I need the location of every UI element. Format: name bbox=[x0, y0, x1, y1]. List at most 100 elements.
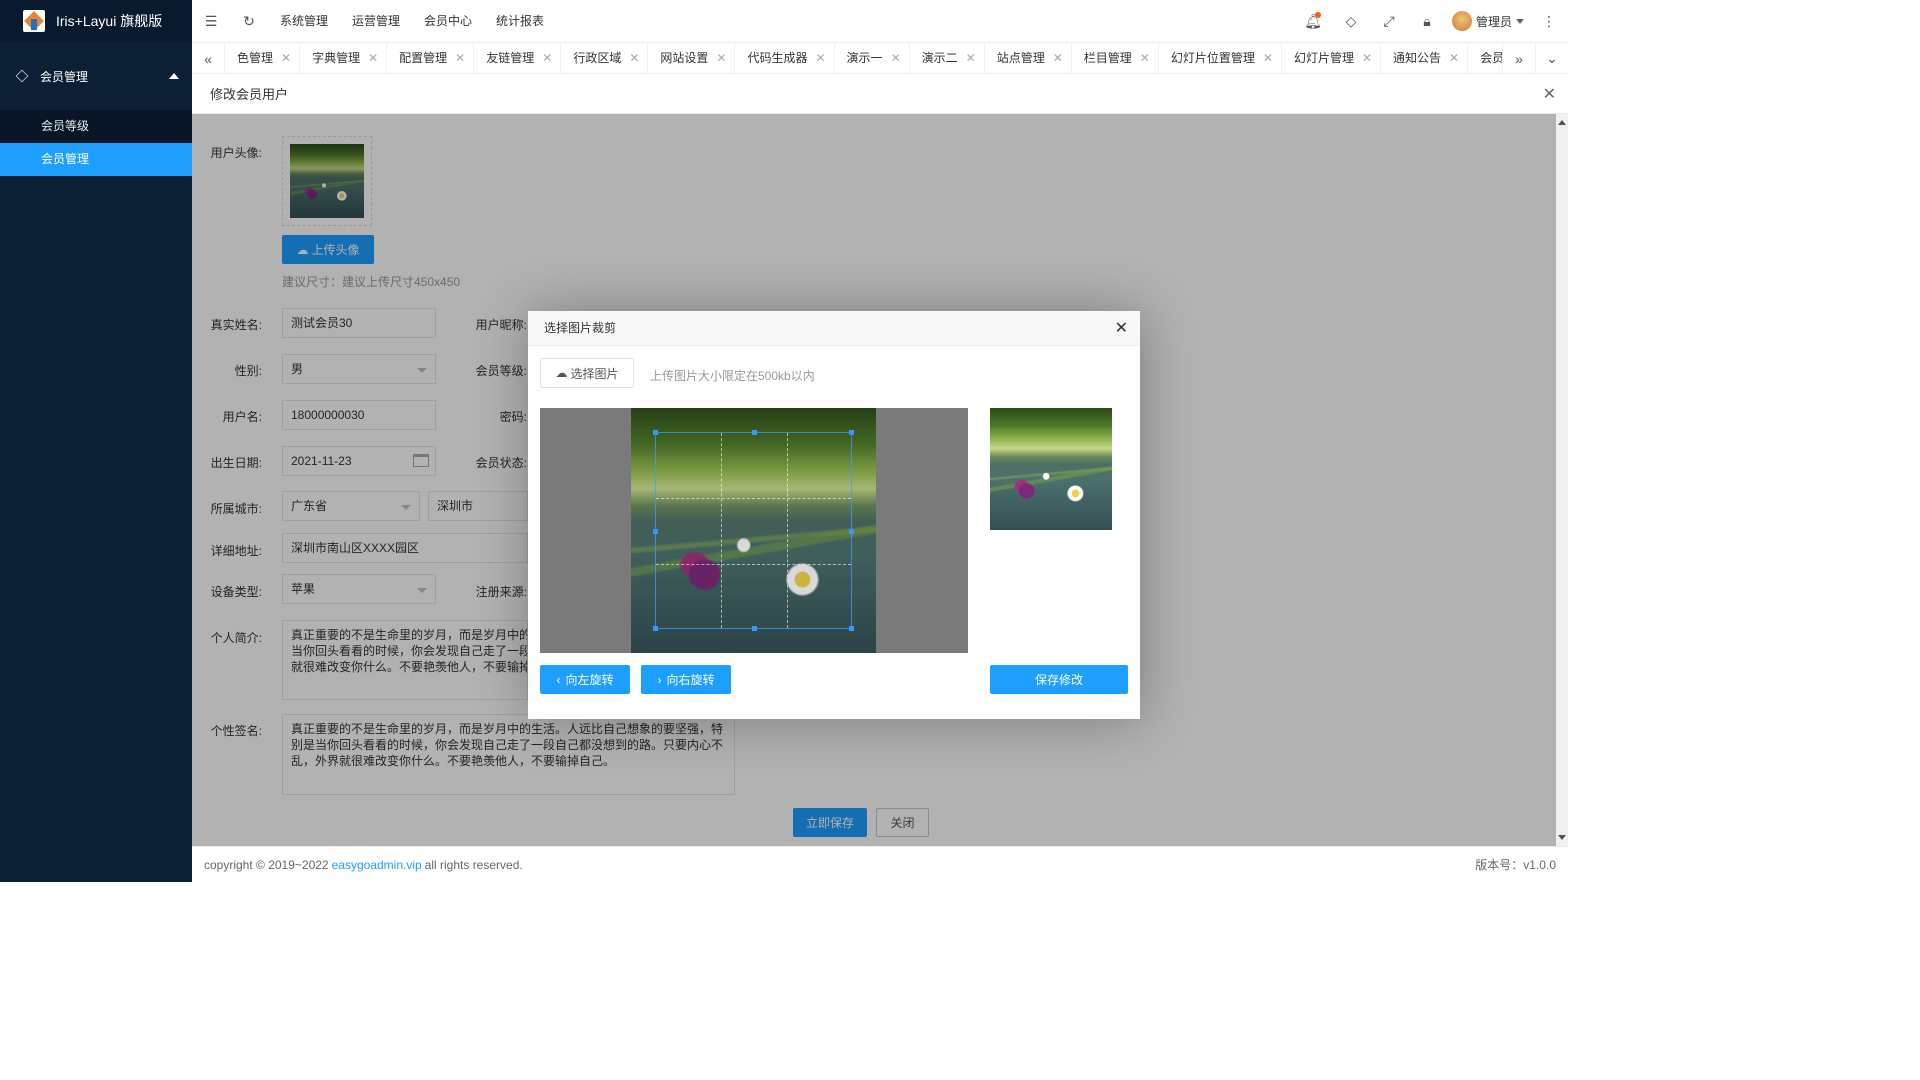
rotate-left-button[interactable]: ‹ 向左旋转 bbox=[540, 665, 630, 694]
scroll-down-icon[interactable] bbox=[1558, 835, 1566, 840]
close-icon[interactable]: ✕ bbox=[716, 43, 726, 73]
tab[interactable]: 行政区域 ✕ bbox=[561, 43, 649, 73]
choose-image-label: 选择图片 bbox=[570, 366, 619, 381]
top-header: ☰ ↻ 系统管理 运营管理 会员中心 统计报表 🔔︎ ◇ ⤢ 🔒︎ 管理员 ⋮ bbox=[192, 0, 1568, 42]
tab-label: 栏目管理 bbox=[1083, 51, 1132, 65]
avatar bbox=[1451, 11, 1472, 31]
tabs: 色管理 ✕ 字典管理 ✕ 配置管理 ✕ 友链管理 ✕ 行政区域 ✕ 网站设置 ✕ 代码生成器… bbox=[225, 43, 1502, 73]
user-menu[interactable]: 管理员 bbox=[1446, 0, 1530, 42]
tab-label: 演示一 bbox=[846, 51, 883, 65]
tab-label: 通知公告 bbox=[1393, 51, 1442, 65]
tab[interactable]: 友链管理 ✕ bbox=[474, 43, 562, 73]
tab[interactable]: 演示二 ✕ bbox=[910, 43, 985, 73]
scroll-up-icon[interactable] bbox=[1558, 120, 1566, 125]
tab[interactable]: 字典管理 ✕ bbox=[300, 43, 388, 73]
close-icon[interactable]: ✕ bbox=[629, 43, 639, 73]
tab[interactable]: 会员等级✕ bbox=[1468, 43, 1502, 73]
tab[interactable]: 配置管理 ✕ bbox=[387, 43, 475, 73]
choose-image-button[interactable]: ☁ 选择图片 bbox=[540, 358, 634, 388]
logo-icon bbox=[22, 9, 46, 33]
crop-handle[interactable] bbox=[752, 430, 757, 435]
fullscreen-icon[interactable]: ⤢ bbox=[1370, 0, 1408, 42]
tab-label: 行政区域 bbox=[573, 51, 622, 65]
bell-icon[interactable]: 🔔︎ bbox=[1294, 0, 1332, 42]
rotate-right-button[interactable]: › 向右旋转 bbox=[641, 665, 731, 694]
crop-preview bbox=[990, 408, 1112, 530]
close-icon[interactable]: ✕ bbox=[1263, 43, 1273, 73]
header-menu-operation[interactable]: 运营管理 bbox=[340, 0, 412, 42]
chevron-right-icon: › bbox=[657, 672, 662, 687]
crop-handle[interactable] bbox=[653, 430, 658, 435]
crop-selection-box[interactable] bbox=[653, 430, 854, 631]
chevron-left-icon: ‹ bbox=[556, 672, 561, 687]
crop-handle[interactable] bbox=[849, 626, 854, 631]
close-icon[interactable]: ✕ bbox=[542, 43, 552, 73]
menu-fold-icon[interactable]: ☰ bbox=[192, 0, 230, 42]
copyright-suffix: all rights reserved. bbox=[424, 857, 523, 872]
refresh-icon[interactable]: ↻ bbox=[230, 0, 268, 42]
crop-handle[interactable] bbox=[653, 529, 658, 534]
tab[interactable]: 网站设置 ✕ bbox=[648, 43, 736, 73]
close-icon[interactable]: ✕ bbox=[1543, 84, 1556, 104]
close-icon[interactable]: ✕ bbox=[891, 43, 901, 73]
tag-icon[interactable]: ◇ bbox=[1332, 0, 1370, 42]
close-icon[interactable]: ✕ bbox=[1053, 43, 1063, 73]
lock-icon[interactable]: 🔒︎ bbox=[1408, 0, 1446, 42]
more-vertical-icon[interactable]: ⋮ bbox=[1530, 0, 1568, 42]
save-crop-button[interactable]: 保存修改 bbox=[990, 665, 1128, 694]
tab-label: 幻灯片管理 bbox=[1293, 51, 1354, 65]
rotate-right-label: 向右旋转 bbox=[666, 673, 715, 687]
upload-size-hint: 上传图片大小限定在500kb以内 bbox=[650, 369, 815, 383]
tab-label: 网站设置 bbox=[660, 51, 709, 65]
crop-handle[interactable] bbox=[752, 626, 757, 631]
header-menu-stats[interactable]: 统计报表 bbox=[484, 0, 556, 42]
tab[interactable]: 演示一 ✕ bbox=[835, 43, 910, 73]
page-title: 修改会员用户 bbox=[210, 87, 289, 102]
tab[interactable]: 代码生成器 ✕ bbox=[735, 43, 835, 73]
tab[interactable]: 幻灯片管理 ✕ bbox=[1282, 43, 1382, 73]
tab[interactable]: 色管理 ✕ bbox=[225, 43, 301, 73]
version-text: 版本号：v1.0.0 bbox=[1475, 858, 1556, 872]
modal-title: 选择图片裁剪 bbox=[544, 321, 617, 335]
crop-handle[interactable] bbox=[653, 626, 658, 631]
footer-link[interactable]: easygoadmin.vip bbox=[332, 858, 422, 872]
crop-canvas[interactable] bbox=[540, 408, 968, 653]
tab[interactable]: 幻灯片位置管理 ✕ bbox=[1159, 43, 1282, 73]
close-icon[interactable]: ✕ bbox=[368, 43, 378, 73]
caret-down-icon bbox=[1516, 18, 1524, 24]
sidebar-item-member-level[interactable]: 会员等级 bbox=[0, 110, 192, 143]
close-icon[interactable]: ✕ bbox=[455, 43, 465, 73]
close-icon[interactable]: ✕ bbox=[1362, 43, 1372, 73]
close-icon[interactable]: ✕ bbox=[1140, 43, 1150, 73]
page-title-bar: 修改会员用户 ✕ bbox=[192, 74, 1568, 114]
header-menu-member[interactable]: 会员中心 bbox=[412, 0, 484, 42]
tab[interactable]: 通知公告 ✕ bbox=[1381, 43, 1469, 73]
close-icon[interactable]: ✕ bbox=[815, 43, 825, 73]
header-menu-system[interactable]: 系统管理 bbox=[268, 0, 340, 42]
rotate-left-label: 向左旋转 bbox=[565, 673, 614, 687]
header-right: 🔔︎ ◇ ⤢ 🔒︎ 管理员 ⋮ bbox=[1294, 0, 1568, 42]
cloud-upload-icon: ☁ bbox=[555, 366, 568, 380]
close-icon[interactable]: ✕ bbox=[281, 43, 291, 73]
tab-label: 色管理 bbox=[237, 51, 274, 65]
tab-scroll-right-icon[interactable]: » bbox=[1502, 43, 1535, 74]
close-icon[interactable]: ✕ bbox=[1115, 311, 1128, 346]
crop-handle[interactable] bbox=[849, 430, 854, 435]
sidebar-item-member-manage[interactable]: 会员管理 bbox=[0, 143, 192, 176]
caret-up-icon bbox=[169, 73, 179, 79]
sidebar-group-member[interactable]: 会员管理 bbox=[0, 42, 192, 110]
page-footer: copyright © 2019~2022 easygoadmin.vip al… bbox=[192, 846, 1568, 882]
tab[interactable]: 站点管理 ✕ bbox=[985, 43, 1072, 73]
scrollbar[interactable] bbox=[1556, 114, 1568, 846]
close-icon[interactable]: ✕ bbox=[966, 43, 976, 73]
tab[interactable]: 栏目管理 ✕ bbox=[1072, 43, 1159, 73]
close-icon[interactable]: ✕ bbox=[1449, 43, 1459, 73]
crop-handle[interactable] bbox=[849, 529, 854, 534]
tab-label: 站点管理 bbox=[996, 51, 1045, 65]
logo[interactable]: Iris+Layui 旗舰版 bbox=[0, 0, 192, 42]
copyright-text: copyright © 2019~2022 bbox=[204, 857, 329, 872]
tab-label: 演示二 bbox=[921, 51, 958, 65]
tab-dropdown-icon[interactable]: ⌄ bbox=[1535, 43, 1568, 74]
cube-icon bbox=[15, 69, 29, 83]
tab-scroll-left-icon[interactable]: « bbox=[192, 43, 225, 74]
